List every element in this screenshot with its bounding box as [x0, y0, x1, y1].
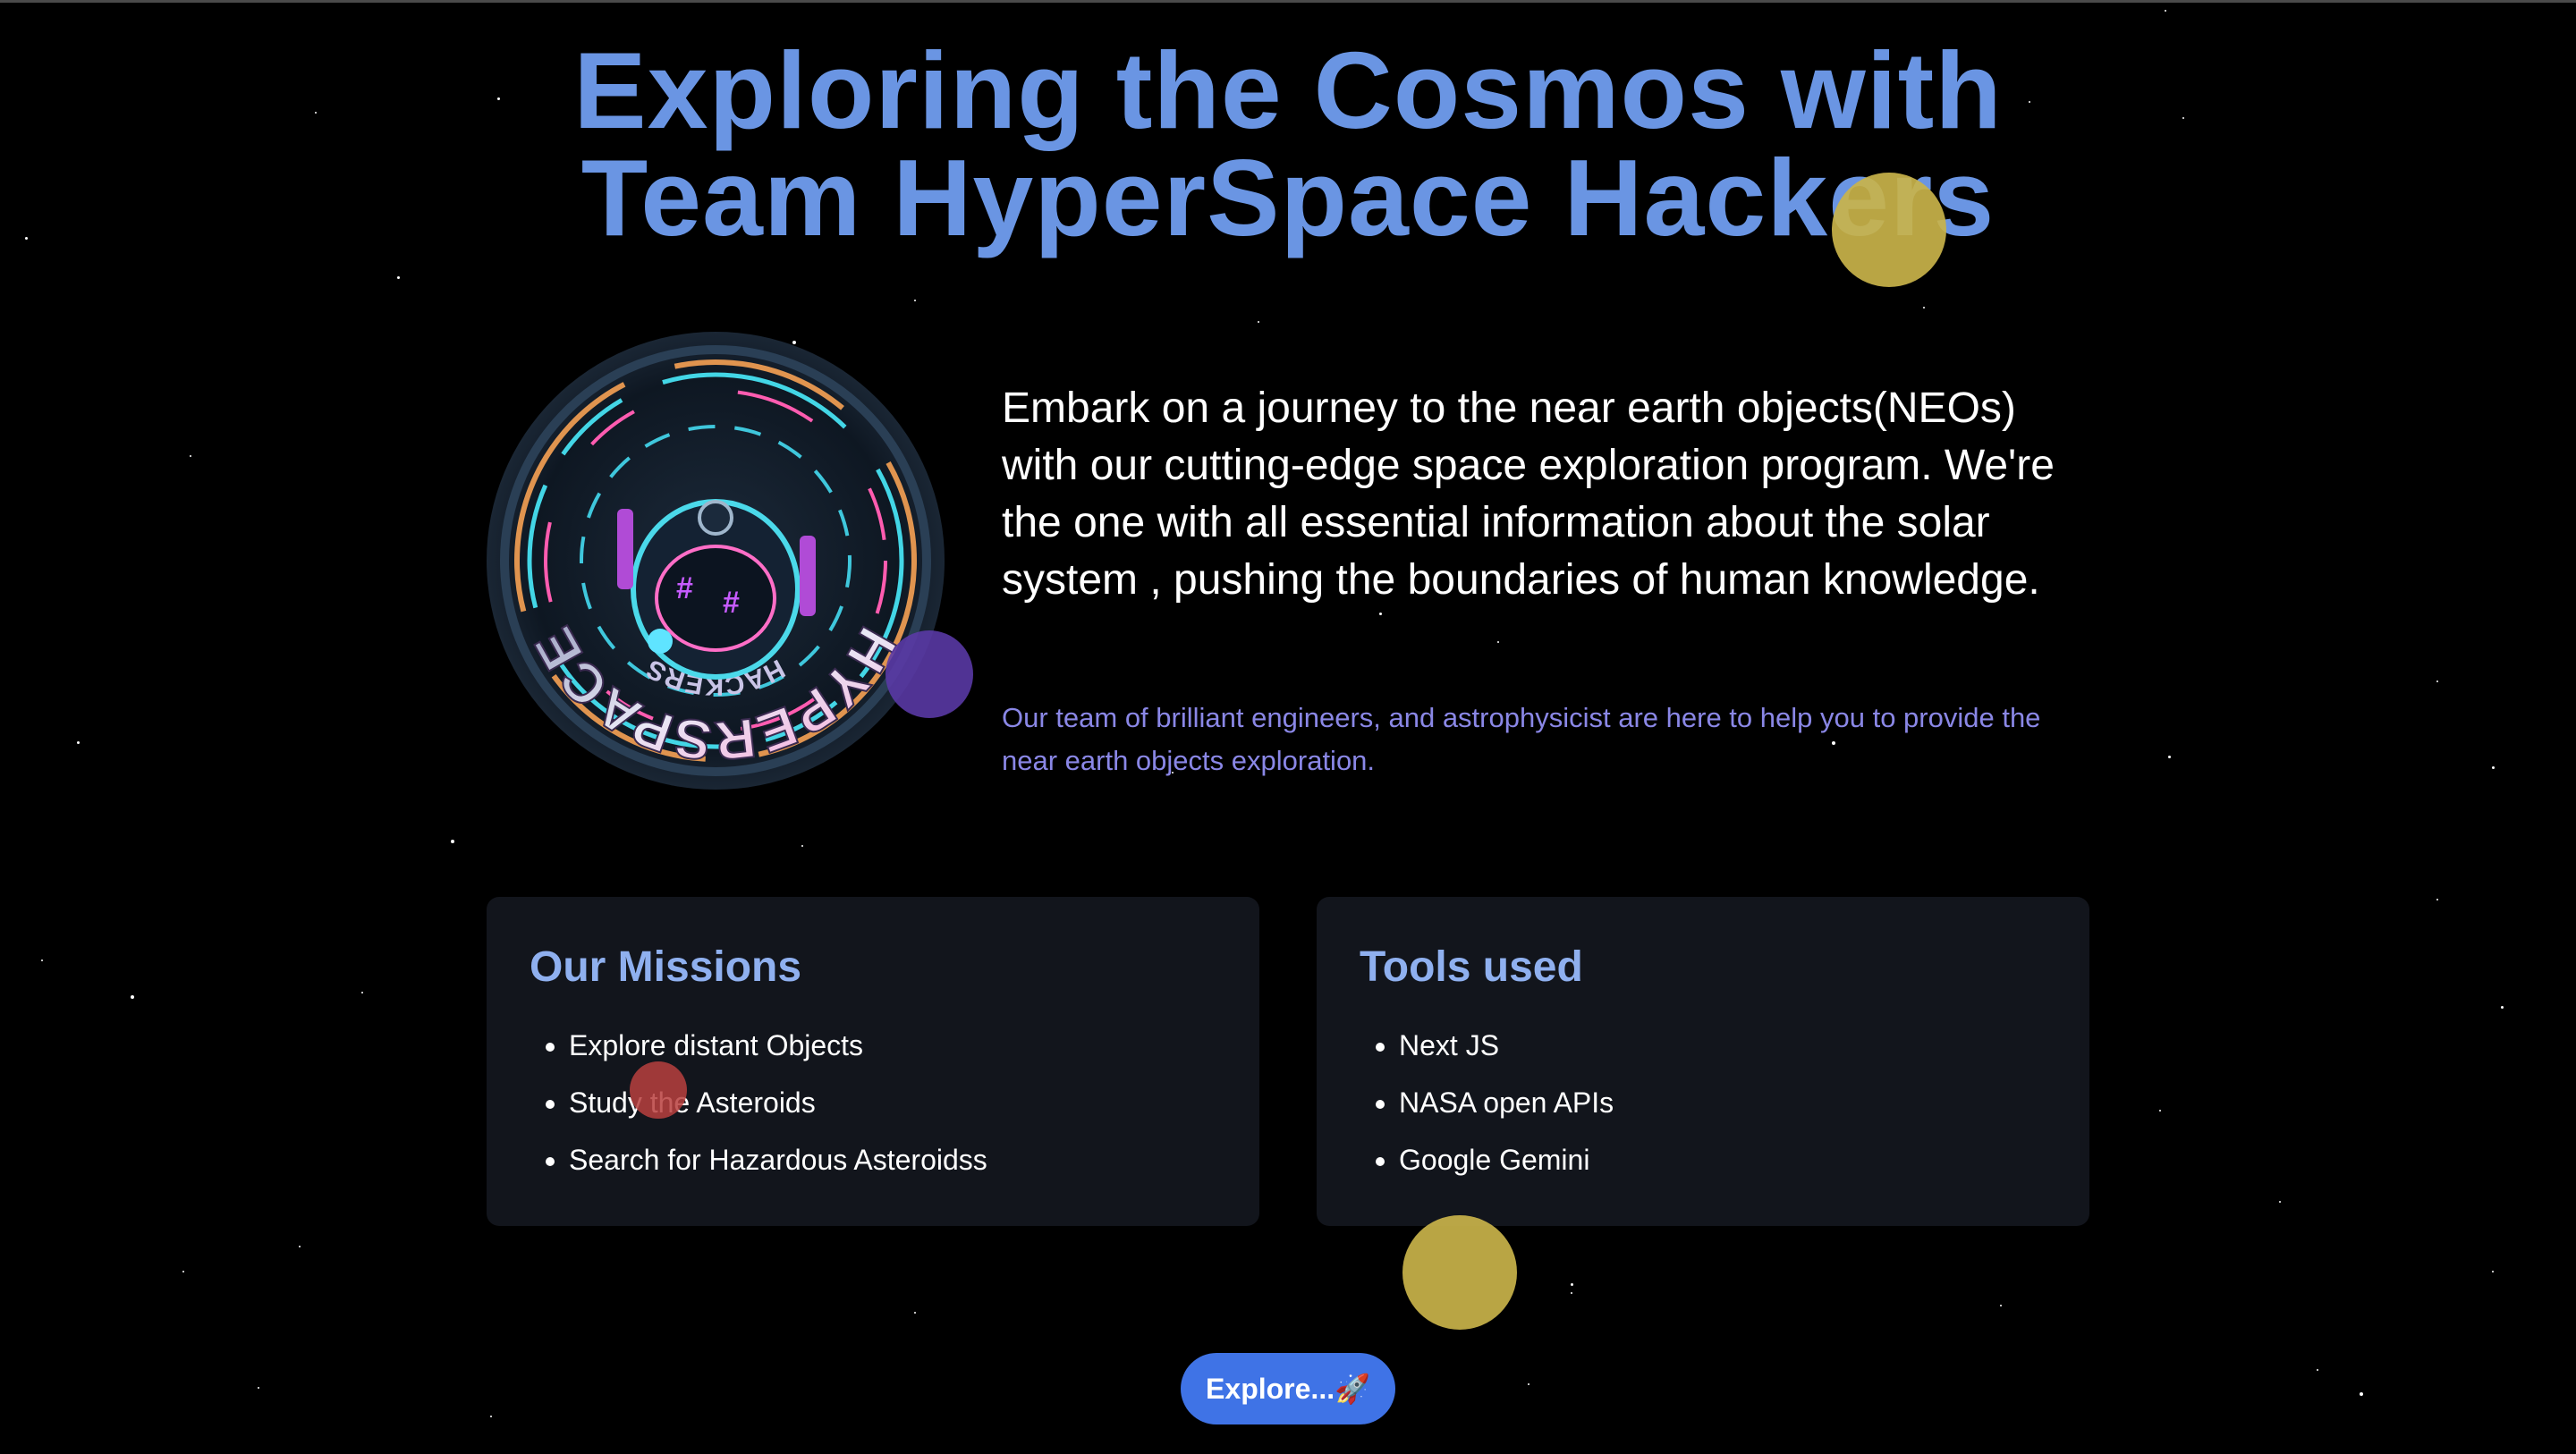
- tools-card: Tools used Next JS NASA open APIs Google…: [1317, 897, 2089, 1226]
- star: [258, 1387, 259, 1389]
- star: [397, 276, 400, 279]
- team-description: Our team of brilliant engineers, and ast…: [1002, 702, 2041, 776]
- star: [1571, 1283, 1573, 1286]
- star: [914, 1312, 916, 1314]
- star: [2000, 1305, 2002, 1306]
- missions-heading: Our Missions: [530, 943, 802, 991]
- star: [2279, 1201, 2281, 1203]
- star: [2436, 899, 2438, 900]
- star: [2360, 1392, 2363, 1396]
- tools-heading: Tools used: [1360, 943, 1583, 991]
- star: [1379, 613, 1382, 615]
- star: [1497, 641, 1499, 643]
- star: [299, 1246, 301, 1247]
- explore-button[interactable]: Explore...🚀: [1181, 1353, 1395, 1424]
- star: [190, 455, 191, 457]
- astronaut-badge-logo-icon: HYPERSPACE HACKERS # #: [487, 332, 945, 790]
- star: [182, 1271, 184, 1272]
- star: [451, 840, 454, 843]
- svg-text:#: #: [676, 571, 693, 605]
- gold-orb: [1402, 1215, 1517, 1330]
- star: [2317, 1369, 2318, 1371]
- tools-list-item: Google Gemini: [1399, 1131, 2046, 1188]
- star: [801, 845, 803, 847]
- star: [1923, 307, 1925, 309]
- star: [1571, 1292, 1572, 1294]
- page-title-line-1: Exploring the Cosmos with: [573, 30, 2003, 151]
- page-title-line-2: Team HyperSpace Hackers: [580, 137, 1996, 258]
- star: [131, 995, 134, 999]
- star: [2159, 1110, 2161, 1112]
- svg-text:#: #: [723, 586, 740, 620]
- star: [77, 741, 80, 744]
- missions-list-item: Search for Hazardous Asteroidss: [569, 1131, 1216, 1188]
- tools-list: Next JS NASA open APIs Google Gemini: [1360, 1017, 2046, 1188]
- tools-list-item: Next JS: [1399, 1017, 2046, 1074]
- landing-page: Exploring the Cosmos with Team HyperSpac…: [0, 0, 2576, 1454]
- star: [2436, 681, 2438, 682]
- star: [490, 1416, 492, 1417]
- star: [2492, 1271, 2494, 1272]
- star: [1528, 1383, 1530, 1385]
- gold-orb: [1832, 173, 1946, 287]
- tools-list-item: NASA open APIs: [1399, 1074, 2046, 1131]
- intro-text: Embark on a journey to the near earth ob…: [1002, 385, 2055, 604]
- star: [1258, 321, 1259, 323]
- red-orb: [630, 1061, 687, 1119]
- star: [2168, 756, 2171, 758]
- star: [914, 300, 916, 301]
- star: [41, 959, 43, 961]
- missions-card: Our Missions Explore distant Objects Stu…: [487, 897, 1259, 1226]
- star: [361, 992, 363, 993]
- star: [2492, 766, 2495, 769]
- page-title: Exploring the Cosmos with Team HyperSpac…: [0, 30, 2576, 258]
- purple-orb: [886, 630, 973, 718]
- star: [2165, 10, 2166, 12]
- star: [2501, 1006, 2504, 1009]
